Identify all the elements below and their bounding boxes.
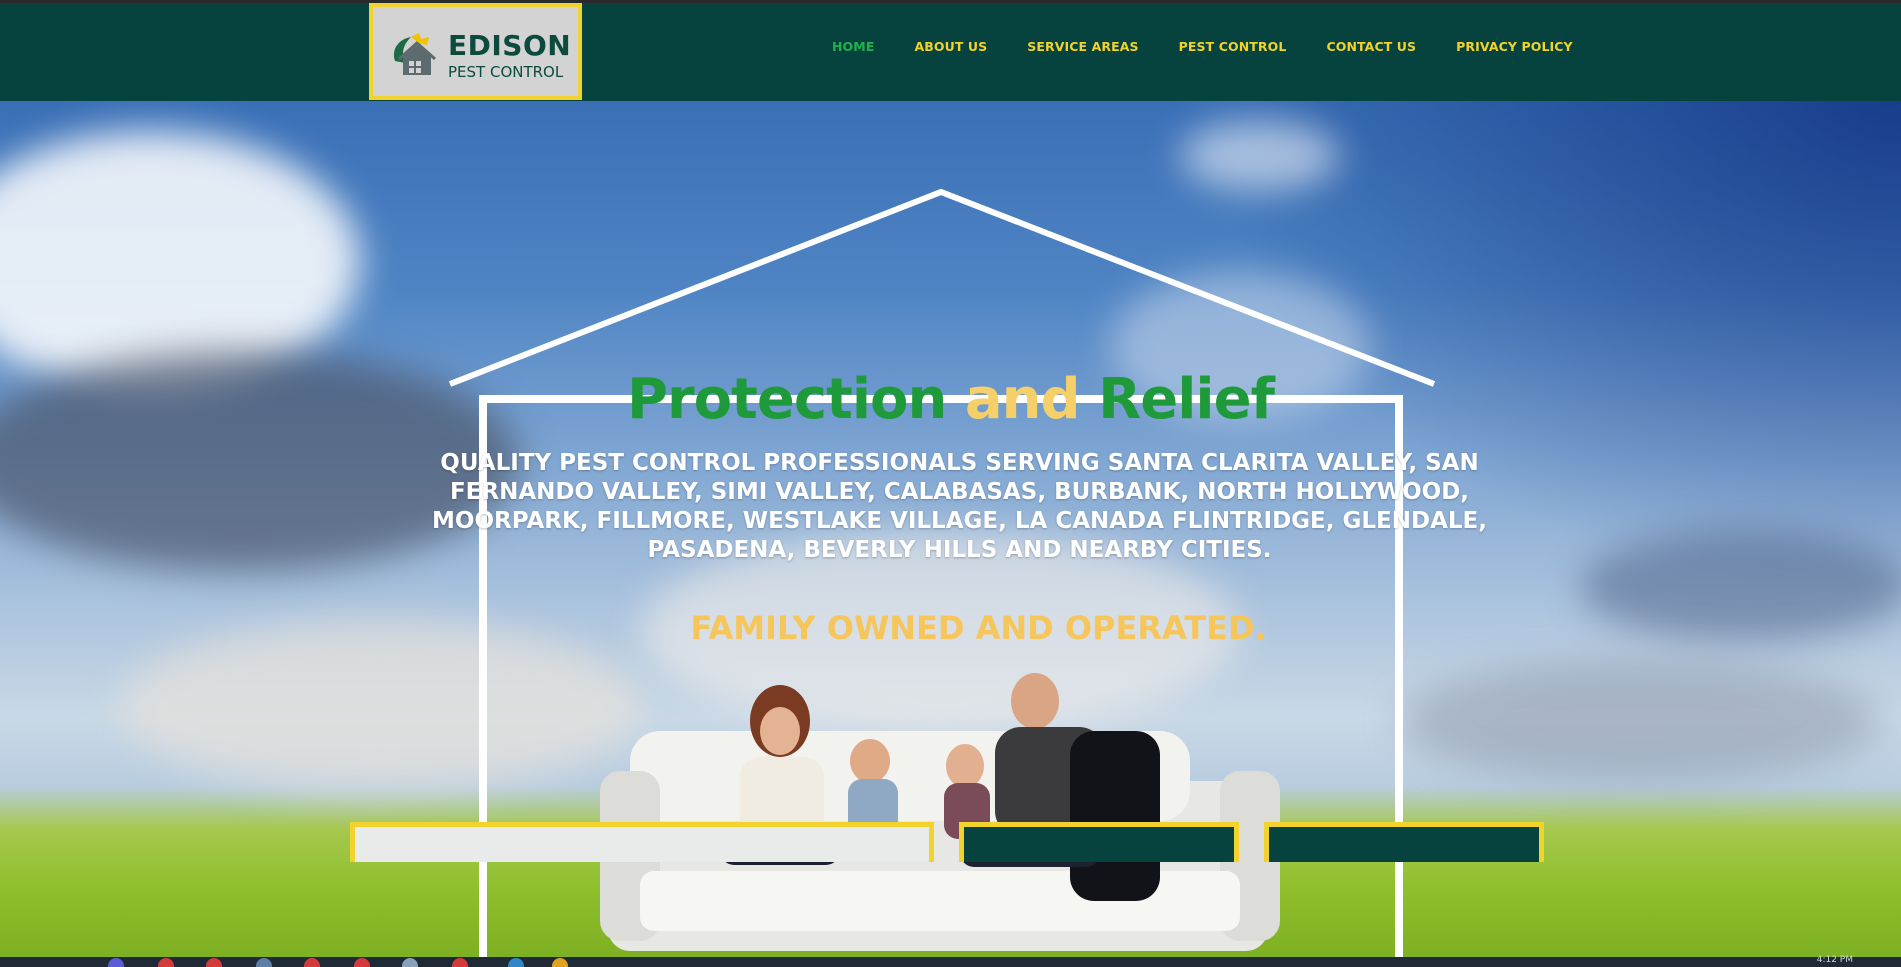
house-leaf-logo-icon (393, 33, 436, 75)
logo-brand-name: EDISON (448, 29, 572, 62)
taskbar-app-icon[interactable] (108, 958, 124, 967)
nav-privacy-policy[interactable]: PRIVACY POLICY (1456, 39, 1573, 57)
site-logo-link[interactable]: EDISON PEST CONTROL (369, 3, 582, 100)
hero-family-owned-tagline: FAMILY OWNED AND OPERATED. (690, 609, 1267, 647)
feature-card[interactable] (1264, 822, 1544, 862)
taskbar-app-icon[interactable] (354, 958, 370, 967)
main-nav: HOME ABOUT US SERVICE AREAS PEST CONTROL… (832, 39, 1613, 57)
taskbar-clock[interactable]: 4:12 PM (1817, 955, 1853, 965)
hero-title-relief: Relief (1079, 367, 1275, 432)
hero-service-areas-text: QUALITY PEST CONTROL PROFESSIONALS SERVI… (432, 450, 1487, 563)
site-header: EDISON PEST CONTROL HOME ABOUT US SERVIC… (0, 3, 1901, 101)
feature-card-image[interactable] (350, 822, 934, 862)
feature-card[interactable] (959, 822, 1239, 862)
hero-title-protection: Protection (627, 367, 965, 432)
taskbar-app-icon[interactable] (552, 958, 568, 967)
family-on-sofa-image (600, 673, 1280, 951)
hero-title: Protection and Relief (0, 367, 1901, 432)
hero-title-and: and (964, 367, 1081, 432)
taskbar-app-icon[interactable] (158, 958, 174, 967)
logo-brand-tagline: PEST CONTROL (448, 63, 564, 81)
hero-section: Protection and Relief QUALITY PEST CONTR… (0, 101, 1901, 957)
os-taskbar: 4:12 PM (0, 955, 1901, 967)
nav-about-us[interactable]: ABOUT US (914, 39, 987, 57)
nav-home[interactable]: HOME (832, 39, 874, 57)
taskbar-app-icon[interactable] (256, 958, 272, 967)
taskbar-app-icon[interactable] (402, 958, 418, 967)
taskbar-app-icon[interactable] (304, 958, 320, 967)
nav-contact-us[interactable]: CONTACT US (1326, 39, 1416, 57)
nav-pest-control[interactable]: PEST CONTROL (1179, 39, 1287, 57)
nav-service-areas[interactable]: SERVICE AREAS (1027, 39, 1138, 57)
taskbar-app-icon[interactable] (452, 958, 468, 967)
taskbar-app-icon[interactable] (206, 958, 222, 967)
taskbar-app-icon[interactable] (508, 958, 524, 967)
